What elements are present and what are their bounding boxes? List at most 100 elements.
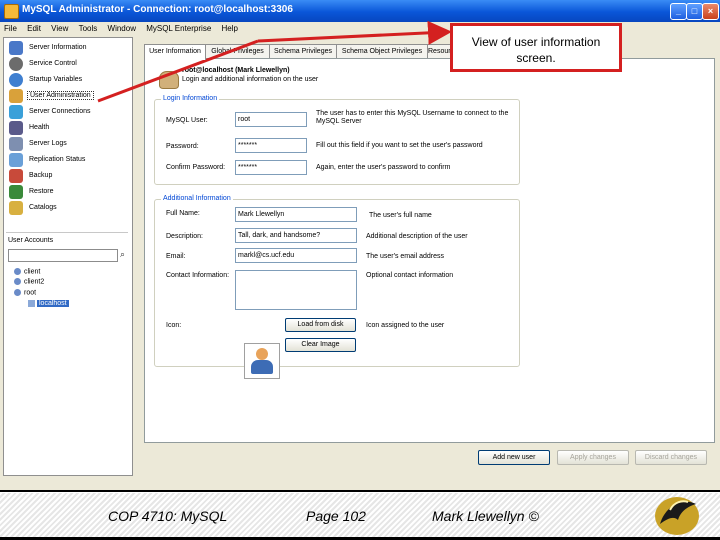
user-avatar-icon: [159, 71, 179, 89]
footer-top-rule: [0, 490, 720, 492]
group-title: Additional Information: [161, 195, 233, 202]
sidebar-item-catalogs[interactable]: Catalogs: [7, 200, 129, 217]
health-icon: [9, 121, 23, 135]
annotation-callout: View of user information screen.: [450, 23, 622, 72]
contact-info-hint: Optional contact information: [366, 272, 454, 279]
menu-view[interactable]: View: [51, 24, 68, 33]
server-info-icon: [9, 41, 23, 55]
confirm-password-hint: Again, enter the user's password to conf…: [316, 164, 451, 171]
password-label: Password:: [166, 143, 199, 150]
user-information-panel: root@localhost (Mark Llewellyn) Login an…: [144, 58, 715, 443]
menu-window[interactable]: Window: [108, 24, 136, 33]
discard-changes-button[interactable]: Discard changes: [635, 450, 707, 465]
user-admin-icon: [9, 89, 23, 103]
minimize-button[interactable]: _: [670, 3, 687, 20]
user-search-input[interactable]: [8, 249, 118, 262]
user-icon: [14, 289, 21, 296]
user-item-root[interactable]: root: [14, 289, 36, 296]
password-field[interactable]: *******: [235, 138, 307, 153]
menu-help[interactable]: Help: [222, 24, 238, 33]
contact-info-field[interactable]: [235, 270, 357, 310]
user-header-name: root@localhost (Mark Llewellyn): [182, 67, 290, 74]
footer-page-number: Page 102: [306, 508, 366, 524]
footer-author: Mark Llewellyn ©: [432, 508, 539, 524]
add-new-user-button[interactable]: Add new user: [478, 450, 550, 465]
host-icon: [28, 300, 35, 307]
email-field[interactable]: markl@cs.ucf.edu: [235, 248, 357, 263]
user-label: client2: [24, 278, 45, 286]
sidebar: Server Information Service Control Start…: [3, 37, 133, 476]
mysql-administrator-window: MySQL Administrator - Connection: root@l…: [0, 0, 720, 490]
tab-strip: User Information Global Privileges Schem…: [144, 44, 714, 60]
mysql-user-label: MySQL User:: [166, 117, 208, 124]
footer-course: COP 4710: MySQL: [108, 508, 228, 524]
sidebar-item-startup-variables[interactable]: Startup Variables: [7, 72, 129, 89]
confirm-password-field[interactable]: *******: [235, 160, 307, 175]
group-title: Login Information: [161, 95, 220, 102]
sidebar-item-label: Catalogs: [29, 204, 57, 211]
icon-hint: Icon assigned to the user: [366, 322, 445, 329]
description-label: Description:: [166, 233, 203, 240]
full-name-field[interactable]: Mark Llewellyn: [235, 207, 357, 222]
sidebar-item-backup[interactable]: Backup: [7, 168, 129, 185]
menu-mysql-enterprise[interactable]: MySQL Enterprise: [146, 24, 211, 33]
main-area: User Information Global Privileges Schem…: [137, 37, 715, 472]
user-header-description: Login and additional information on the …: [182, 76, 319, 83]
sidebar-item-label: Service Control: [29, 60, 77, 67]
menu-file[interactable]: File: [4, 24, 17, 33]
user-photo: [244, 343, 280, 379]
replication-icon: [9, 153, 23, 167]
sidebar-item-server-connections[interactable]: Server Connections: [7, 104, 129, 121]
sidebar-item-service-control[interactable]: Service Control: [7, 56, 129, 73]
sidebar-item-server-logs[interactable]: Server Logs: [7, 136, 129, 153]
sidebar-item-label: User Administration: [27, 91, 94, 100]
sidebar-item-label: Server Information: [29, 44, 87, 51]
sidebar-item-label: Backup: [29, 172, 53, 179]
user-label: root: [24, 289, 37, 297]
full-name-hint: The user's full name: [369, 212, 432, 219]
clear-image-button[interactable]: Clear Image: [285, 338, 356, 352]
sidebar-item-label: Startup Variables: [29, 76, 83, 83]
confirm-password-label: Confirm Password:: [166, 164, 226, 171]
email-hint: The user's email address: [366, 253, 444, 260]
tab-schema-privileges[interactable]: Schema Privileges: [269, 44, 337, 59]
tab-user-information[interactable]: User Information: [144, 44, 206, 60]
user-item-client2[interactable]: client2: [14, 278, 44, 285]
catalogs-icon: [9, 201, 23, 215]
sidebar-item-user-administration[interactable]: User Administration: [7, 88, 129, 105]
menu-edit[interactable]: Edit: [27, 24, 41, 33]
user-photo-head-icon: [256, 348, 268, 360]
maximize-button[interactable]: □: [686, 3, 703, 20]
sidebar-item-label: Replication Status: [29, 156, 86, 163]
login-information-group: Login Information MySQL User: root The u…: [154, 95, 520, 185]
sidebar-item-restore[interactable]: Restore: [7, 184, 129, 201]
service-control-icon: [9, 57, 23, 71]
server-logs-icon: [9, 137, 23, 151]
sidebar-item-server-information[interactable]: Server Information: [7, 40, 129, 57]
load-from-disk-button[interactable]: Load from disk: [285, 318, 356, 332]
apply-changes-button[interactable]: Apply changes: [557, 450, 629, 465]
sidebar-item-label: Health: [29, 124, 50, 131]
search-icon[interactable]: ⌕: [120, 249, 129, 260]
additional-information-group: Additional Information Full Name: Mark L…: [154, 195, 520, 367]
server-connections-icon: [9, 105, 23, 119]
close-button[interactable]: ×: [702, 3, 719, 20]
full-name-label: Full Name:: [166, 210, 200, 217]
tab-global-privileges[interactable]: Global Privileges: [205, 44, 270, 59]
sidebar-item-replication-status[interactable]: Replication Status: [7, 152, 129, 169]
sidebar-item-label: Restore: [29, 188, 54, 195]
tab-schema-object-privileges[interactable]: Schema Object Privileges: [336, 44, 428, 59]
contact-info-label: Contact Information:: [166, 272, 230, 279]
title-bar: MySQL Administrator - Connection: root@l…: [0, 0, 720, 22]
sidebar-divider[interactable]: [6, 232, 128, 233]
menu-tools[interactable]: Tools: [79, 24, 98, 33]
description-field[interactable]: Tall, dark, and handsome?: [235, 228, 357, 243]
sidebar-item-health[interactable]: Health: [7, 120, 129, 137]
email-label: Email:: [166, 253, 186, 260]
user-item-client[interactable]: client: [14, 268, 40, 275]
backup-icon: [9, 169, 23, 183]
password-hint: Fill out this field if you want to set t…: [316, 142, 483, 149]
user-icon: [14, 278, 21, 285]
host-item-localhost[interactable]: localhost: [28, 300, 69, 308]
mysql-user-field[interactable]: root: [235, 112, 307, 127]
